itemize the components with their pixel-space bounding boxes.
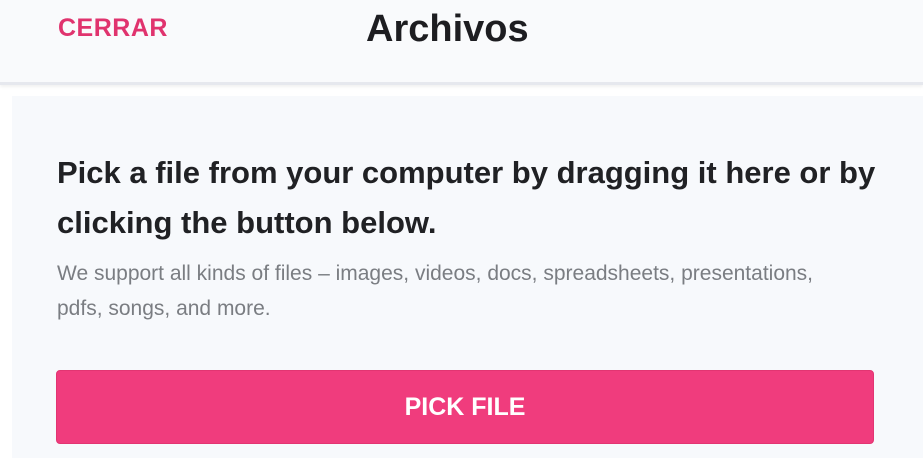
drop-zone-heading: Pick a file from your computer by draggi… (57, 155, 876, 240)
modal-title: Archivos (366, 8, 529, 50)
modal-header: CERRAR Archivos (0, 0, 923, 85)
close-button[interactable]: CERRAR (58, 14, 168, 43)
file-drop-zone[interactable]: Pick a file from your computer by draggi… (12, 96, 923, 458)
drop-zone-description: We support all kinds of files – images, … (57, 262, 814, 320)
pick-file-button[interactable]: PICK FILE (56, 370, 874, 444)
